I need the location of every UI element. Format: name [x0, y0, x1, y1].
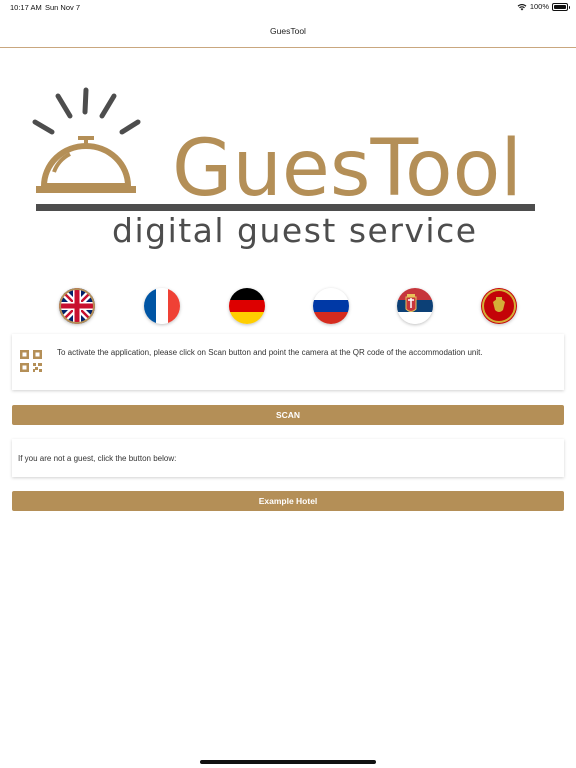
battery-icon	[552, 2, 570, 11]
language-selector	[0, 288, 576, 326]
scan-button[interactable]: SCAN	[12, 405, 564, 425]
flag-german-icon[interactable]	[229, 288, 265, 324]
status-time: 10:17 AM	[10, 3, 42, 12]
navigation-bar: GuesTool	[0, 14, 576, 48]
page-title: GuesTool	[270, 25, 306, 36]
flag-french-icon[interactable]	[144, 288, 180, 324]
flag-russian-icon[interactable]	[313, 288, 349, 324]
non-guest-card: If you are not a guest, click the button…	[12, 439, 564, 477]
status-bar: 10:17 AM Sun Nov 7 100%	[0, 0, 576, 14]
flag-serbian-icon[interactable]	[397, 288, 433, 324]
battery-percent: 100%	[529, 2, 549, 11]
logo-tagline: digital guest service	[112, 211, 478, 250]
logo-underline	[36, 204, 535, 211]
home-indicator[interactable]	[200, 760, 376, 764]
flag-english-icon[interactable]	[59, 288, 95, 324]
status-date: Sun Nov 7	[45, 3, 81, 12]
battery-fill	[554, 4, 566, 9]
guestool-logo: GuesTool digital guest service	[32, 87, 535, 250]
non-guest-text: If you are not a guest, click the button…	[18, 454, 177, 463]
example-hotel-button[interactable]: Example Hotel	[12, 491, 564, 511]
scan-instructions: To activate the application, please clic…	[57, 348, 483, 357]
bell-icon	[32, 87, 141, 193]
status-indicators: 100%	[517, 2, 570, 11]
flag-montenegrin-icon[interactable]	[481, 288, 517, 324]
logo-wordmark: GuesTool	[172, 124, 522, 214]
wifi-icon	[517, 3, 527, 10]
scan-info-card: To activate the application, please clic…	[12, 334, 564, 390]
qr-code-icon	[20, 350, 42, 372]
